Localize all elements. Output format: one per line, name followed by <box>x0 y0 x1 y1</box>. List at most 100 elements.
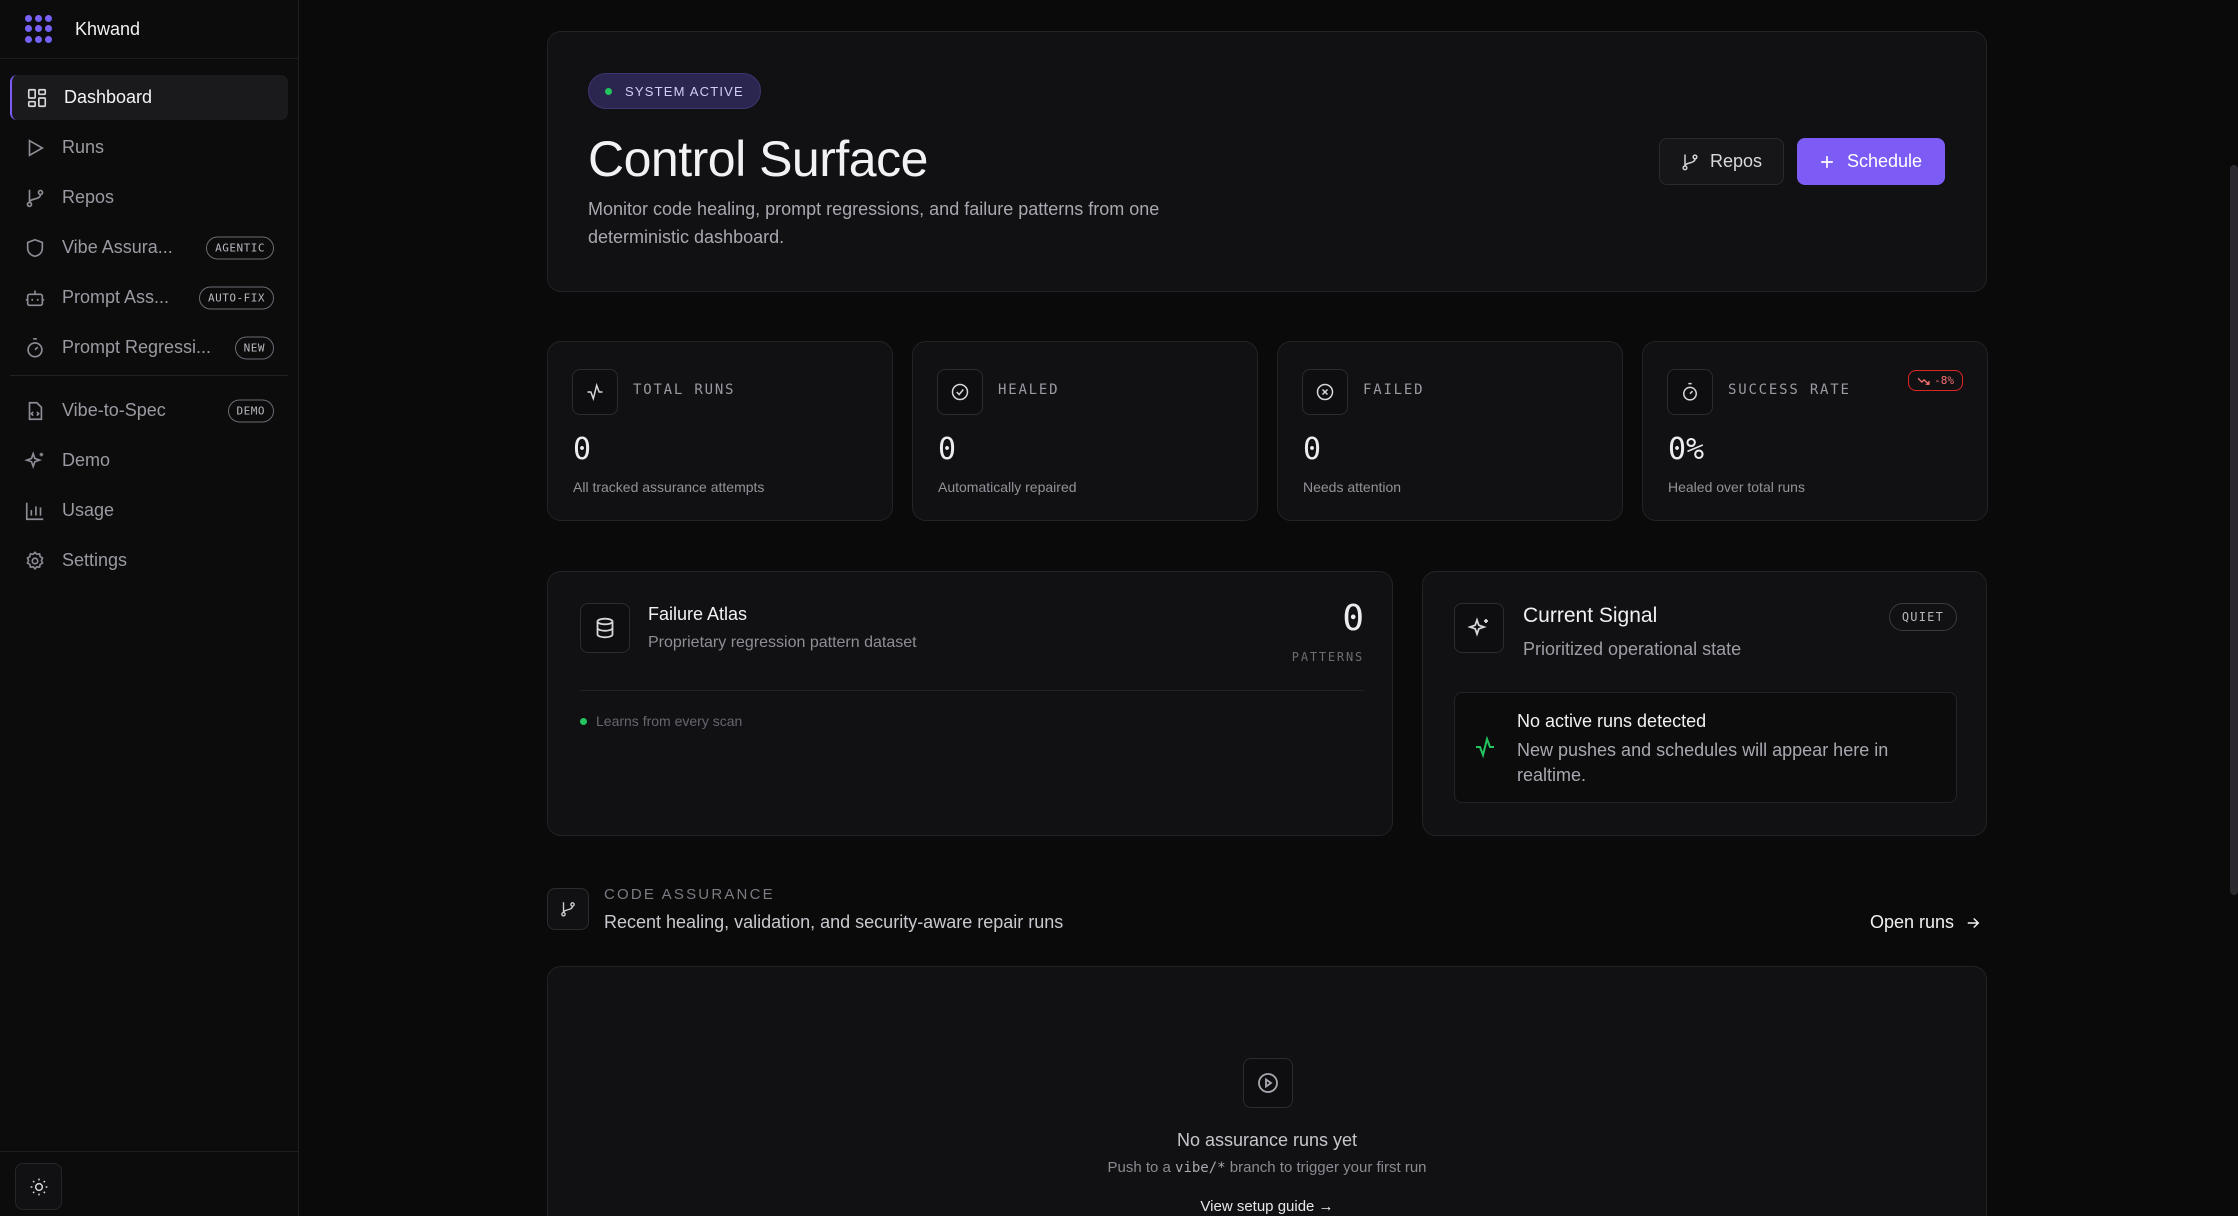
stat-subtitle: Healed over total runs <box>1668 479 1805 495</box>
empty-hint-post: branch to trigger your first run <box>1225 1159 1427 1176</box>
success-rate-delta-badge: -8% <box>1908 370 1963 391</box>
patterns-label: PATTERNS <box>1291 650 1364 664</box>
signal-status-panel: No active runs detected New pushes and s… <box>1454 692 1957 803</box>
auto-fix-badge: AUTO-FIX <box>199 286 274 309</box>
stat-value: 0 <box>1303 432 1322 467</box>
current-signal-subtitle: Prioritized operational state <box>1523 639 1742 659</box>
atlas-note-text: Learns from every scan <box>596 713 743 729</box>
git-branch-icon <box>26 189 44 207</box>
theme-toggle-button[interactable] <box>15 1163 62 1210</box>
system-status-badge: SYSTEM ACTIVE <box>588 73 761 109</box>
sidebar-item-label: Vibe Assura... <box>62 237 173 257</box>
git-branch-icon <box>1682 153 1698 170</box>
stat-card-success-rate: SUCCESS RATE 0% Healed over total runs -… <box>1642 341 1988 521</box>
sidebar-item-label: Runs <box>62 137 105 157</box>
sidebar-footer-divider <box>0 1151 298 1152</box>
sidebar-item-label: Dashboard <box>64 87 153 107</box>
status-dot <box>580 717 587 725</box>
failure-atlas-subtitle: Proprietary regression pattern dataset <box>648 634 917 651</box>
sidebar-item-prompt-assurance[interactable]: Prompt Ass... AUTO-FIX <box>10 275 288 320</box>
sidebar-item-dashboard[interactable]: Dashboard <box>10 75 288 120</box>
patterns-count: 0 <box>1342 598 1364 639</box>
branch-pattern: vibe/* <box>1175 1160 1226 1176</box>
empty-hint-pre: Push to a <box>1107 1159 1176 1176</box>
sidebar-nav: Dashboard Runs Repos Vibe Assura... AGEN… <box>0 59 298 583</box>
page-title: Control Surface <box>588 131 928 187</box>
runs-empty-state-card: No assurance runs yet Push to a vibe/* b… <box>547 966 1987 1216</box>
view-setup-guide-link[interactable]: View setup guide → <box>548 1198 1986 1215</box>
stat-card-total-runs: TOTAL RUNS 0 All tracked assurance attem… <box>547 341 893 521</box>
schedule-button[interactable]: Schedule <box>1797 138 1945 185</box>
sidebar-item-label: Prompt Regressi... <box>62 337 212 357</box>
demo-badge: DEMO <box>227 399 274 422</box>
sparkles-icon <box>24 450 44 469</box>
sidebar-item-prompt-regression[interactable]: Prompt Regressi... NEW <box>10 325 288 370</box>
stat-value: 0 <box>938 432 957 467</box>
sidebar-item-usage[interactable]: Usage <box>10 488 288 533</box>
open-runs-label: Open runs <box>1870 912 1955 932</box>
delta-value: -8% <box>1934 374 1954 387</box>
gear-icon <box>26 550 44 570</box>
dashboard-icon <box>27 88 47 107</box>
git-branch-icon <box>547 888 589 930</box>
sidebar-item-vibe-assurance[interactable]: Vibe Assura... AGENTIC <box>10 225 288 270</box>
stat-value: 0 <box>573 432 592 467</box>
page-description: Monitor code healing, prompt regressions… <box>588 199 1160 247</box>
agentic-badge: AGENTIC <box>206 236 274 259</box>
timer-icon <box>1667 369 1713 415</box>
sidebar-item-label: Vibe-to-Spec <box>62 400 166 420</box>
x-circle-icon <box>1302 369 1348 415</box>
divider <box>580 690 1364 691</box>
sun-icon <box>30 1178 47 1195</box>
hero-card: SYSTEM ACTIVE Control Surface Monitor co… <box>547 31 1987 292</box>
sidebar-divider <box>10 375 288 376</box>
activity-icon <box>1476 735 1494 759</box>
sparkles-icon <box>1454 603 1504 653</box>
sidebar-item-label: Settings <box>62 550 128 570</box>
stat-label: FAILED <box>1363 382 1425 398</box>
file-spec-icon <box>28 401 43 420</box>
stat-value: 0% <box>1668 432 1705 467</box>
stat-subtitle: Automatically repaired <box>938 479 1077 495</box>
atlas-note: Learns from every scan <box>580 713 742 729</box>
sidebar-item-label: Repos <box>62 187 115 207</box>
empty-state-title: No assurance runs yet <box>1176 1130 1358 1150</box>
stat-label: TOTAL RUNS <box>633 382 736 398</box>
brand[interactable]: Khwand <box>0 0 298 59</box>
failure-atlas-title: Failure Atlas <box>648 604 748 624</box>
play-circle-icon <box>1243 1058 1293 1108</box>
sidebar-item-settings[interactable]: Settings <box>10 538 288 583</box>
page-scrollbar[interactable] <box>2230 165 2238 895</box>
sidebar: Khwand Dashboard Runs Repos Vibe Assura.… <box>0 0 299 1216</box>
arrow-right-icon <box>1967 917 1980 928</box>
repos-button[interactable]: Repos <box>1659 138 1784 185</box>
stat-label: HEALED <box>998 382 1060 398</box>
app-name: Khwand <box>75 18 141 39</box>
sidebar-item-runs[interactable]: Runs <box>10 125 288 170</box>
bot-icon <box>25 290 45 306</box>
sidebar-item-vibe-to-spec[interactable]: Vibe-to-Spec DEMO <box>10 388 288 433</box>
sidebar-item-label: Prompt Ass... <box>62 287 170 307</box>
sidebar-item-demo[interactable]: Demo <box>10 438 288 483</box>
section-kicker: CODE ASSURANCE <box>604 886 775 903</box>
plus-icon <box>1821 155 1833 168</box>
signal-headline: No active runs detected <box>1517 711 1707 731</box>
system-status-label: SYSTEM ACTIVE <box>625 83 744 99</box>
failure-atlas-card: Failure Atlas Proprietary regression pat… <box>547 571 1393 836</box>
sidebar-item-label: Demo <box>62 450 111 470</box>
stat-card-healed: HEALED 0 Automatically repaired <box>912 341 1258 521</box>
section-title: Recent healing, validation, and security… <box>604 912 1064 932</box>
new-badge: NEW <box>234 336 274 359</box>
empty-state-hint: Push to a vibe/* branch to trigger your … <box>548 1159 1986 1176</box>
open-runs-link[interactable]: Open runs <box>1870 912 1982 933</box>
timer-icon <box>27 337 43 358</box>
play-icon <box>28 138 44 157</box>
sidebar-item-label: Usage <box>62 500 115 520</box>
trend-down-icon <box>1917 377 1930 385</box>
status-dot <box>605 87 612 95</box>
activity-icon <box>572 369 618 415</box>
current-signal-card: Current Signal Prioritized operational s… <box>1422 571 1987 836</box>
stat-subtitle: All tracked assurance attempts <box>573 479 765 495</box>
bar-chart-icon <box>25 502 44 520</box>
sidebar-item-repos[interactable]: Repos <box>10 175 288 220</box>
